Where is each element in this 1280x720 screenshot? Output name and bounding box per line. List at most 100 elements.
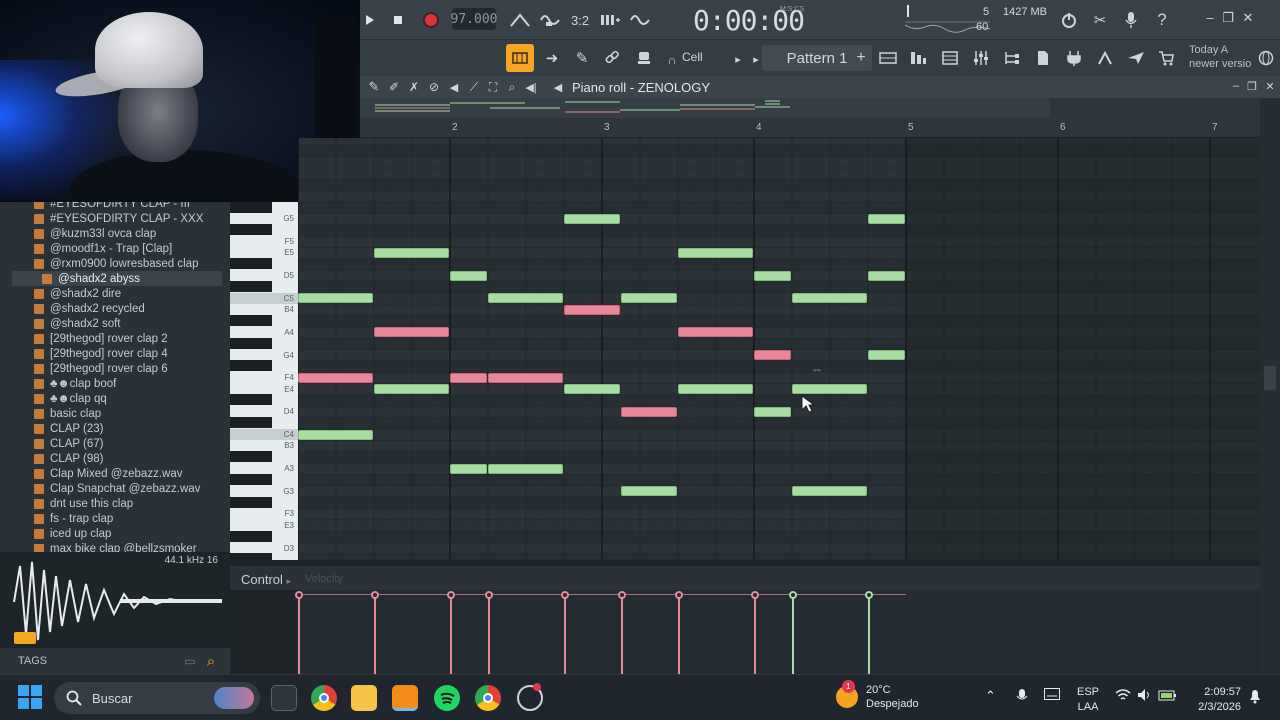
browser-item[interactable]: @kuzm33l ovca clap: [34, 226, 156, 241]
cart-icon[interactable]: [1154, 46, 1178, 70]
vertical-scrollbar[interactable]: [1260, 98, 1280, 674]
pencil-icon[interactable]: ✎: [570, 46, 594, 70]
spotify-icon[interactable]: [434, 685, 460, 711]
browser-item[interactable]: @rxm0900 lowresbased clap: [34, 256, 198, 271]
send-icon[interactable]: [1124, 46, 1148, 70]
black-key[interactable]: [230, 417, 272, 429]
browser-item[interactable]: @shadx2 soft: [34, 316, 121, 331]
link-icon[interactable]: [600, 46, 624, 70]
pr-minimize-icon[interactable]: –: [1228, 80, 1244, 92]
start-button[interactable]: [18, 685, 42, 709]
playback-tool-icon[interactable]: ◀|: [519, 75, 543, 99]
file-explorer-icon[interactable]: [351, 685, 377, 711]
note-g4[interactable]: [868, 350, 905, 361]
browser-tree-icon[interactable]: [1000, 46, 1024, 70]
browser-item[interactable]: [29thegod] rover clap 4: [34, 346, 168, 361]
taskbar-search[interactable]: Buscar: [54, 682, 260, 714]
black-key[interactable]: [230, 553, 272, 560]
note-f4[interactable]: [298, 372, 373, 383]
browser-item[interactable]: dnt use this clap: [34, 496, 133, 511]
chrome-icon[interactable]: [311, 685, 337, 711]
piano-roll-overview[interactable]: [360, 98, 1260, 118]
black-key[interactable]: [230, 337, 272, 349]
note-d4[interactable]: [621, 406, 677, 417]
browser-item[interactable]: ♣☻clap boof: [34, 376, 116, 391]
timeline-ruler[interactable]: 2 3 4 5 6 7: [360, 118, 1260, 138]
note-c4[interactable]: [298, 429, 373, 440]
black-key[interactable]: [230, 315, 272, 326]
language-indicator[interactable]: ESP LAA: [1077, 685, 1099, 715]
chrome-profile-icon[interactable]: [475, 685, 501, 711]
record-button[interactable]: [420, 7, 442, 33]
pr-close-icon[interactable]: ✕: [1262, 80, 1278, 93]
news-panel[interactable]: Today Anewer versio: [1189, 43, 1259, 71]
black-key[interactable]: [230, 280, 272, 292]
black-key[interactable]: [230, 496, 272, 508]
browser-item[interactable]: [29thegod] rover clap 6: [34, 361, 168, 376]
maximize-icon[interactable]: ❐: [1220, 10, 1236, 26]
piano-roll-icon[interactable]: [506, 44, 534, 72]
step-edit-icon[interactable]: [598, 8, 622, 32]
note-c5[interactable]: [298, 293, 373, 304]
menu-arrow-icon[interactable]: ◀: [546, 75, 570, 99]
microphone-icon[interactable]: [1119, 8, 1143, 32]
browser-item[interactable]: CLAP (67): [34, 436, 103, 451]
velocity-bar[interactable]: [485, 591, 493, 674]
loop-record-icon[interactable]: [628, 8, 652, 32]
metronome-icon[interactable]: [508, 8, 532, 32]
velocity-bar[interactable]: [865, 591, 873, 674]
note-b4[interactable]: [564, 304, 620, 315]
browser-item[interactable]: iced up clap: [34, 526, 111, 541]
note-e5[interactable]: [374, 247, 449, 258]
volume-icon[interactable]: [1137, 688, 1153, 705]
browser-item[interactable]: [29thegod] rover clap 2: [34, 331, 168, 346]
browser-item[interactable]: CLAP (98): [34, 451, 103, 466]
black-key[interactable]: [230, 451, 272, 463]
note-a3[interactable]: [450, 463, 487, 474]
power-icon[interactable]: [1057, 8, 1081, 32]
note-c5[interactable]: [621, 293, 677, 304]
note-g4[interactable]: [754, 350, 791, 361]
note-e4[interactable]: [678, 384, 753, 395]
browser-item[interactable]: max bike clap @bellzsmoker: [34, 541, 197, 552]
task-view-icon[interactable]: [271, 685, 297, 711]
black-key[interactable]: [230, 258, 272, 270]
note-g5[interactable]: [868, 213, 905, 224]
black-key[interactable]: [230, 224, 272, 236]
note-d5[interactable]: [868, 270, 905, 281]
browser-item[interactable]: #EYESOFDIRTY CLAP - XXX: [34, 211, 203, 226]
velocity-bar[interactable]: [789, 591, 797, 674]
step-sequencer-icon[interactable]: [906, 46, 930, 70]
browser-item[interactable]: basic clap: [34, 406, 101, 421]
note-g3[interactable]: [792, 486, 867, 497]
black-key[interactable]: [230, 473, 272, 485]
weather-widget[interactable]: 1 20°C Despejado: [836, 680, 919, 711]
note-d5[interactable]: [754, 270, 791, 281]
browser-item[interactable]: CLAP (23): [34, 421, 103, 436]
velocity-bar[interactable]: [371, 591, 379, 674]
browser-item[interactable]: fs - trap clap: [34, 511, 113, 526]
velocity-lane[interactable]: [295, 590, 1260, 674]
velocity-bar[interactable]: [675, 591, 683, 674]
black-key[interactable]: [230, 202, 272, 213]
note-c5[interactable]: [488, 293, 563, 304]
note-grid[interactable]: [298, 138, 1260, 560]
note-f4[interactable]: [488, 372, 563, 383]
note-a4[interactable]: [374, 327, 449, 338]
browser-item[interactable]: Clap Mixed @zebazz.wav: [34, 466, 182, 481]
velocity-bar[interactable]: [618, 591, 626, 674]
stop-button[interactable]: [388, 7, 408, 33]
note-a3[interactable]: [488, 463, 563, 474]
add-pattern-icon[interactable]: +: [849, 46, 873, 70]
note-g5[interactable]: [564, 213, 620, 224]
fl-studio-icon[interactable]: [392, 685, 418, 711]
obs-icon[interactable]: [517, 683, 543, 711]
browser-item[interactable]: @shadx2 recycled: [34, 301, 145, 316]
wait-for-input-icon[interactable]: [538, 8, 562, 32]
velocity-label[interactable]: Velocity: [305, 573, 343, 585]
performance-icon[interactable]: [1093, 46, 1117, 70]
stamp-icon[interactable]: [632, 46, 656, 70]
note-e4[interactable]: [792, 384, 867, 395]
browser-item[interactable]: Clap Snapchat @zebazz.wav: [34, 481, 200, 496]
browser-item[interactable]: @moodf1x - Trap [Clap]: [34, 241, 172, 256]
